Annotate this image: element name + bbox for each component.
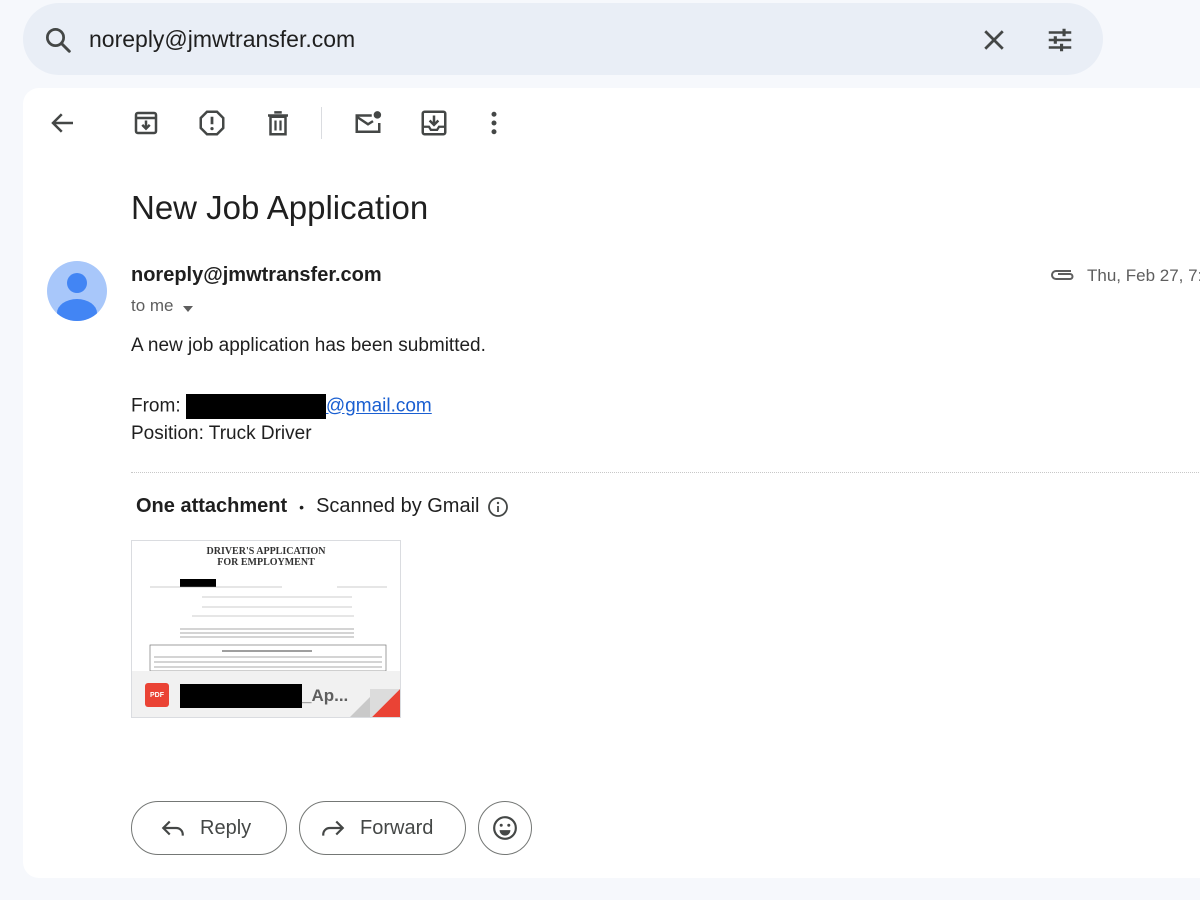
email-subject: New Job Application: [131, 189, 429, 226]
emoji-reaction-button[interactable]: [478, 801, 532, 855]
avatar: [47, 261, 107, 321]
scanned-label: Scanned by Gmail: [316, 495, 480, 517]
search-icon[interactable]: [43, 25, 73, 55]
toolbar-divider: [321, 107, 322, 139]
search-bar[interactable]: noreply@jmwtransfer.com: [23, 3, 1103, 75]
attachment-preview: DRIVER'S APPLICATION FOR EMPLOYMENT: [132, 541, 400, 671]
delete-icon[interactable]: [263, 108, 293, 138]
preview-form-lines: [149, 579, 387, 671]
attachment-count: One attachment: [136, 495, 288, 517]
back-arrow-icon[interactable]: [48, 108, 78, 138]
body-from-line: From: @gmail.com: [131, 394, 432, 419]
recipient-label: to me: [131, 296, 174, 315]
info-icon[interactable]: [487, 496, 509, 518]
separator-dot: •: [299, 498, 305, 515]
attachment-card[interactable]: DRIVER'S APPLICATION FOR EMPLOYMENT PDF …: [131, 540, 401, 718]
reply-label: Reply: [200, 816, 252, 839]
recipient-details-toggle[interactable]: to me: [131, 296, 194, 316]
attachment-filename: _Ap...: [180, 684, 348, 708]
search-input[interactable]: noreply@jmwtransfer.com: [89, 25, 355, 53]
from-email-link[interactable]: @gmail.com: [326, 396, 432, 417]
move-to-icon[interactable]: [419, 108, 449, 138]
archive-icon[interactable]: [131, 108, 161, 138]
forward-label: Forward: [360, 816, 434, 839]
attachment-header: One attachment • Scanned by Gmail: [136, 495, 509, 518]
reply-icon: [161, 820, 184, 836]
pdf-file-icon: PDF: [145, 683, 169, 707]
forward-button[interactable]: Forward: [299, 801, 466, 855]
attachment-clip-icon: [1049, 265, 1077, 285]
mark-unread-icon[interactable]: [353, 108, 383, 138]
tune-icon[interactable]: [1045, 25, 1075, 55]
email-date: Thu, Feb 27, 7:: [1087, 266, 1200, 285]
from-label: From:: [131, 395, 186, 417]
emoji-icon: [493, 816, 517, 840]
attachment-footer: PDF _Ap...: [132, 671, 400, 717]
message-panel: New Job Application noreply@jmwtransfer.…: [23, 88, 1200, 878]
body-divider: [131, 472, 1200, 473]
page-fold-icon: [342, 689, 400, 717]
sender-address[interactable]: noreply@jmwtransfer.com: [131, 264, 382, 287]
redacted-block: [185, 394, 326, 419]
close-icon[interactable]: [979, 25, 1009, 55]
redacted-filename: [180, 684, 302, 708]
forward-icon: [322, 820, 345, 836]
body-intro: A new job application has been submitted…: [131, 335, 486, 356]
reply-button[interactable]: Reply: [131, 801, 287, 855]
body-position-line: Position: Truck Driver: [131, 423, 312, 444]
report-spam-icon[interactable]: [197, 108, 227, 138]
caret-down-icon[interactable]: [182, 300, 194, 312]
more-vert-icon[interactable]: [479, 108, 509, 138]
